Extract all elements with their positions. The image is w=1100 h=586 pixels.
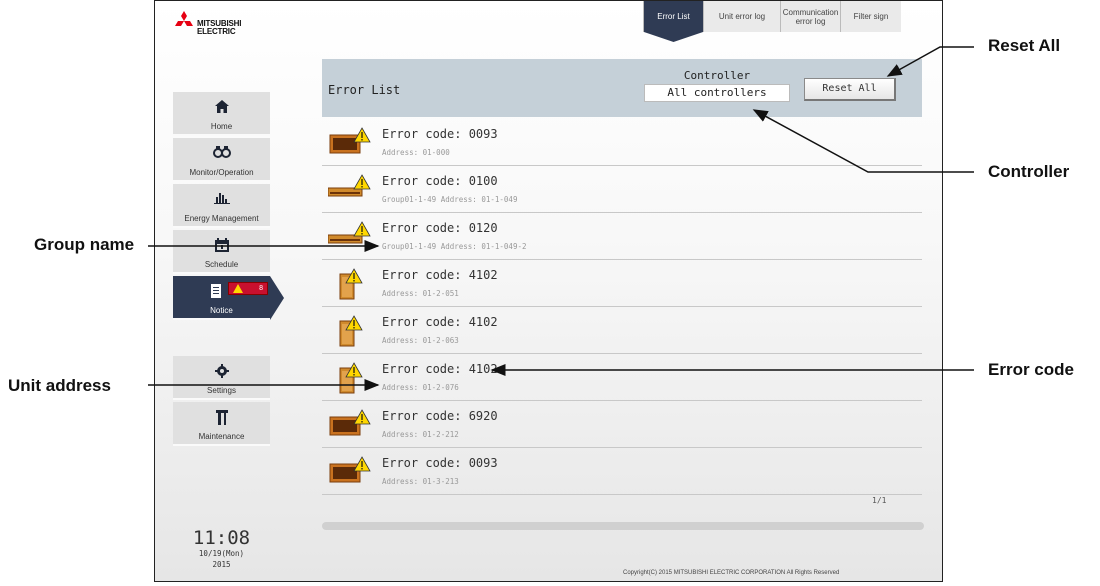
sidebar-item-settings[interactable]: Settings (173, 356, 270, 400)
error-code: Error code: 4102 (382, 268, 498, 282)
error-row[interactable]: Error code: 0093 Address: 01-3-213 (322, 448, 922, 495)
indoor-unit-icon (327, 221, 378, 251)
unit-address: Address: 01-2-051 (382, 289, 459, 298)
sidebar-item-notice[interactable]: 8 Notice (173, 276, 270, 320)
gear-icon (173, 364, 270, 380)
error-code: Error code: 4102 (382, 315, 498, 329)
page-title: Error List (328, 83, 401, 97)
door-unit-icon (328, 362, 378, 394)
door-unit-icon (328, 268, 378, 300)
error-code: Error code: 0100 (382, 174, 498, 188)
bar-chart-icon (173, 192, 270, 208)
warning-icon (233, 284, 243, 293)
annotation-error-code: Error code (988, 360, 1074, 379)
outdoor-unit-icon (328, 409, 378, 439)
copyright: Copyright(C) 2015 MITSUBISHI ELECTRIC CO… (623, 570, 840, 576)
sidebar-item-label: Schedule (204, 260, 239, 269)
sidebar-item-label: Home (210, 122, 233, 131)
door-unit-icon (328, 315, 378, 347)
sidebar-item-label: Maintenance (198, 432, 245, 441)
unit-address: Address: 01-2-076 (382, 383, 459, 392)
tools-icon (173, 410, 270, 426)
error-row[interactable]: Error code: 0100 Group01-1-49 Address: 01… (322, 166, 922, 213)
error-row[interactable]: Error code: 6920 Address: 01-2-212 (322, 401, 922, 448)
sidebar-item-home[interactable]: Home (173, 92, 270, 136)
error-code: Error code: 0120 (382, 221, 498, 235)
controller-screen: MITSUBISHI ELECTRIC Error List Unit erro… (154, 0, 943, 582)
clock: 11:08 10/19(Mon) 2015 (173, 528, 270, 570)
tab-unit-error-log[interactable]: Unit error log (703, 1, 780, 32)
annotation-unit-address: Unit address (8, 376, 111, 395)
unit-address: Group01-1-49 Address: 01-1-049 (382, 195, 518, 204)
error-row[interactable]: Error code: 4102 Address: 01-2-076 (322, 354, 922, 401)
error-row[interactable]: Error code: 0120 Group01-1-49 Address: 01… (322, 213, 922, 260)
sidebar-item-label: Notice (210, 306, 233, 315)
notice-badge: 8 (228, 282, 268, 295)
unit-address: Address: 01-3-213 (382, 477, 459, 486)
indoor-unit-icon (327, 174, 378, 204)
unit-address: Address: 01-2-063 (382, 336, 459, 345)
sidebar-item-maintenance[interactable]: Maintenance (173, 402, 270, 446)
error-code: Error code: 0093 (382, 456, 498, 470)
clock-date: 10/19(Mon) (198, 549, 245, 558)
annotation-controller: Controller (988, 162, 1070, 181)
unit-address: Group01-1-49 Address: 01-1-049-2 (382, 242, 527, 251)
error-row[interactable]: Error code: 4102 Address: 01-2-051 (322, 260, 922, 307)
tab-communication-error-log[interactable]: Communication error log (780, 1, 840, 32)
sidebar-item-schedule[interactable]: Schedule (173, 230, 270, 274)
brand-line2: ELECTRIC (197, 27, 236, 36)
annotation-group-name: Group name (34, 235, 135, 254)
tab-error-list[interactable]: Error List (643, 1, 703, 32)
error-code: Error code: 4102 (382, 362, 498, 376)
error-code: Error code: 0093 (382, 127, 498, 141)
unit-address: Address: 01-2-212 (382, 430, 459, 439)
unit-address: Address: 01-000 (382, 148, 450, 157)
clock-time: 11:08 (192, 527, 251, 549)
error-code: Error code: 6920 (382, 409, 498, 423)
annotation-reset-all: Reset All (988, 36, 1061, 55)
mitsubishi-logo: MITSUBISHI ELECTRIC (173, 11, 293, 41)
tab-filter-sign[interactable]: Filter sign (840, 1, 901, 32)
calendar-icon (173, 238, 270, 254)
horizontal-scrollbar[interactable] (322, 522, 924, 530)
error-row[interactable]: Error code: 0093 Address: 01-000 (322, 119, 922, 166)
controller-select[interactable]: All controllers (644, 84, 790, 102)
page-indicator: 1/1 (872, 496, 887, 505)
reset-all-button[interactable]: Reset All (804, 78, 896, 101)
binoculars-icon (173, 146, 270, 162)
badge-count: 8 (259, 285, 263, 292)
sidebar-item-energy-management[interactable]: Energy Management (173, 184, 270, 228)
error-list-header: Error List Controller All controllers Re… (322, 59, 922, 117)
home-icon (173, 100, 270, 116)
error-row[interactable]: Error code: 4102 Address: 01-2-063 (322, 307, 922, 354)
sidebar-item-label: Settings (207, 386, 236, 395)
sidebar-item-monitor-operation[interactable]: Monitor/Operation (173, 138, 270, 182)
sidebar-item-label: Monitor/Operation (189, 168, 254, 177)
clock-year: 2015 (212, 560, 231, 569)
three-diamonds-icon (175, 11, 193, 26)
sidebar-item-label: Energy Management (184, 214, 259, 223)
controller-label: Controller (683, 69, 751, 82)
outdoor-unit-icon (328, 456, 378, 486)
outdoor-unit-icon (328, 127, 378, 157)
